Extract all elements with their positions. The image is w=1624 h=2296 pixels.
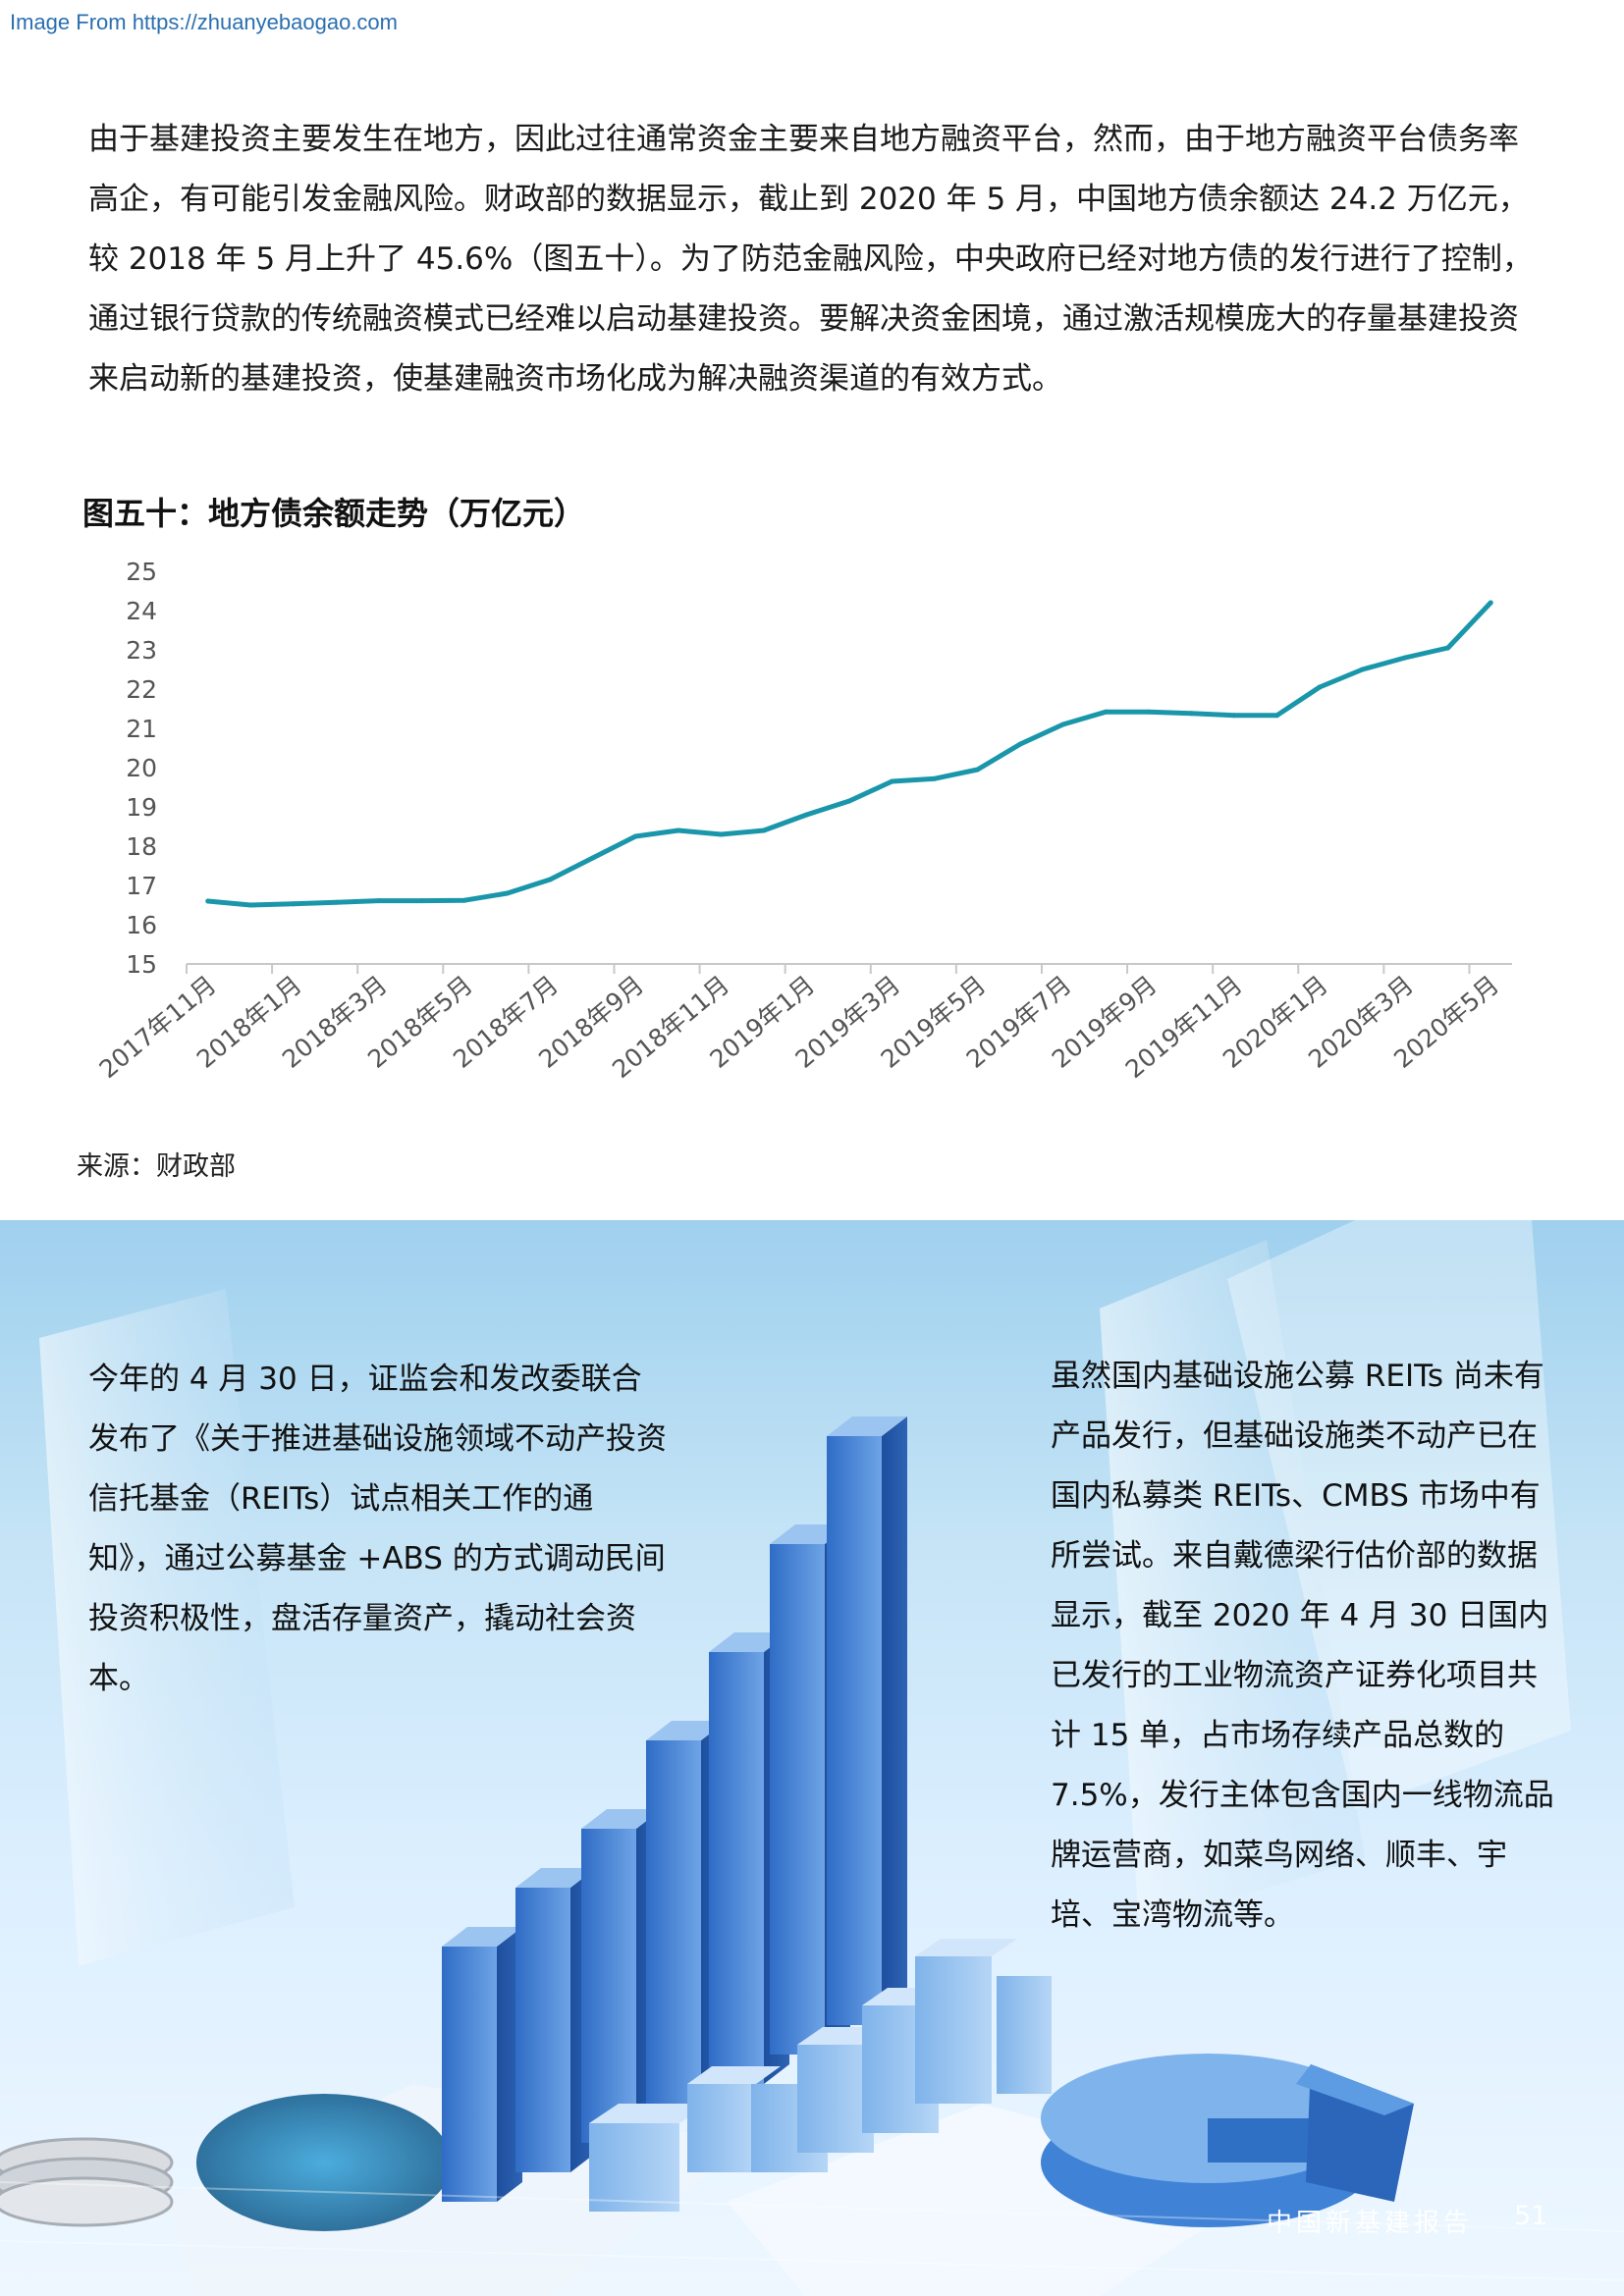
data-point	[804, 812, 809, 818]
series-line	[205, 600, 1493, 908]
data-point	[419, 898, 424, 904]
y-tick-label: 21	[126, 715, 157, 743]
data-point	[1317, 684, 1323, 690]
data-point	[205, 898, 211, 904]
data-point	[461, 897, 467, 903]
data-point	[1188, 711, 1194, 717]
data-point	[376, 898, 382, 904]
y-axis: 15 16 17 18 19 20 21 22 23 24 25	[126, 558, 157, 979]
local-debt-line-chart: 15 16 17 18 19 20 21 22 23 24 25 2017年11月2018年1月20…	[94, 558, 1512, 1084]
data-point	[1445, 645, 1451, 651]
data-point	[1017, 741, 1023, 747]
page-number: 51	[1514, 2201, 1548, 2231]
data-point	[1146, 709, 1152, 715]
data-point	[1231, 713, 1237, 719]
data-point	[247, 902, 253, 908]
data-point	[1360, 667, 1366, 672]
y-tick-label: 23	[126, 636, 157, 665]
y-tick-label: 25	[126, 558, 157, 586]
data-point	[932, 775, 938, 781]
y-tick-label: 20	[126, 754, 157, 782]
series-layer	[205, 600, 1493, 908]
data-point	[632, 833, 638, 839]
y-tick-label: 19	[126, 793, 157, 822]
data-point	[761, 828, 767, 833]
y-tick-label: 22	[126, 675, 157, 704]
y-tick-label: 15	[126, 950, 157, 979]
source-watermark[interactable]: Image From https://zhuanyebaogao.com	[10, 10, 398, 35]
data-point	[547, 877, 553, 882]
data-point	[590, 855, 596, 861]
reits-market-paragraph: 虽然国内基础设施公募 REITs 尚未有产品发行，但基础设施类不动产已在国内私募…	[1051, 1359, 1554, 1933]
y-tick-label: 18	[126, 832, 157, 861]
y-tick-label: 16	[126, 911, 157, 939]
data-point	[1060, 721, 1066, 727]
x-axis: 2017年11月2018年1月2018年3月2018年5月2018年7月2018…	[94, 963, 1512, 1084]
y-tick-label: 17	[126, 872, 157, 900]
data-point	[1402, 655, 1408, 661]
footer-report-title: 中国新基建报告	[1267, 2209, 1474, 2238]
data-point	[1274, 713, 1279, 719]
data-point	[846, 798, 852, 804]
data-point	[333, 899, 339, 905]
figure-title: 图五十：地方债余额走势（万亿元）	[82, 495, 586, 532]
data-point	[291, 901, 297, 907]
data-point	[505, 890, 511, 896]
data-point	[676, 828, 681, 833]
data-point	[890, 778, 894, 784]
data-point	[975, 767, 981, 773]
data-point	[1103, 709, 1109, 715]
chart-source: 来源：财政部	[77, 1151, 236, 1182]
x-tick-label: 2017年11月	[94, 970, 222, 1084]
reits-notice-paragraph: 今年的 4 月 30 日，证监会和发改委联合发布了《关于推进基础设施领域不动产投…	[88, 1362, 667, 1696]
intro-paragraph: 由于基建投资主要发生在地方，因此过往通常资金主要来自地方融资平台，然而，由于地方…	[88, 122, 1533, 397]
data-point	[718, 831, 724, 837]
y-tick-label: 24	[126, 597, 157, 625]
data-point	[1488, 600, 1493, 606]
